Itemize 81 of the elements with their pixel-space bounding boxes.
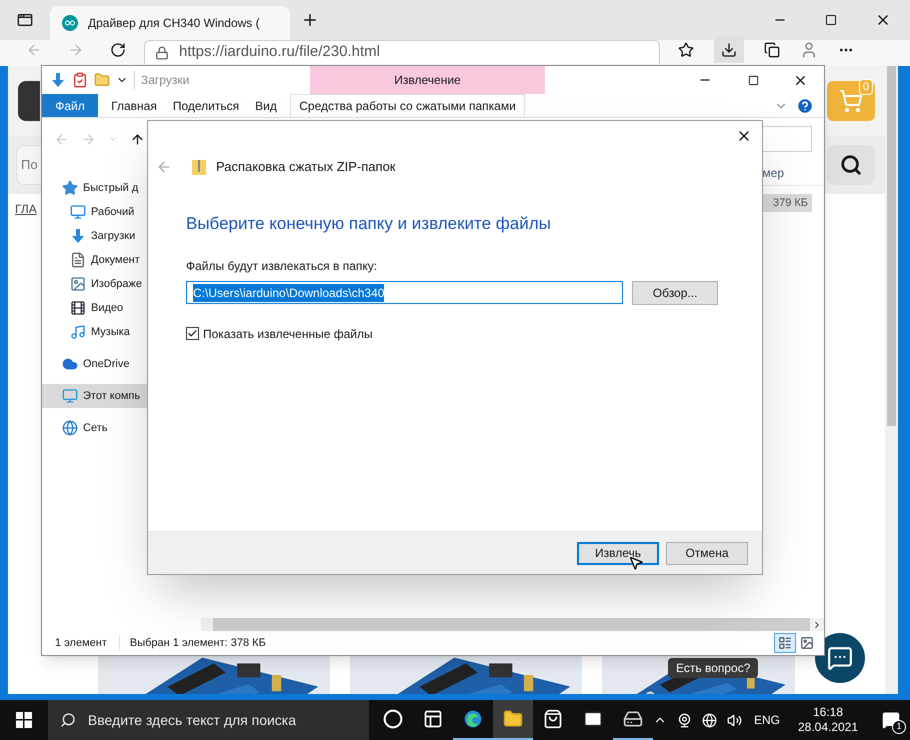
- chat-button[interactable]: [815, 633, 865, 683]
- ribbon-tab[interactable]: Поделиться: [170, 94, 242, 117]
- dialog-title: Распаковка сжатых ZIP-папок: [216, 158, 396, 176]
- monitor-icon: [70, 204, 86, 220]
- downloads-button[interactable]: [714, 37, 744, 63]
- task-view-icon[interactable]: [423, 709, 444, 729]
- dialog-button[interactable]: Отмена: [666, 542, 748, 564]
- zip-folder-icon: [192, 159, 206, 175]
- favorites-icon[interactable]: [678, 42, 694, 58]
- lock-icon: [155, 46, 169, 60]
- download-arrow-icon: [70, 228, 86, 244]
- taskbar-search[interactable]: Введите здесь текст для поиска: [48, 700, 370, 740]
- ribbon-tab[interactable]: Вид: [242, 94, 290, 117]
- download-icon: [721, 42, 737, 58]
- address-bar[interactable]: https://iarduino.ru/file/230.html: [144, 40, 660, 64]
- list-view-icon: [778, 636, 792, 650]
- path-field[interactable]: C:\Users\iarduino\Downloads\ch340: [186, 281, 624, 304]
- film-icon: [70, 300, 86, 316]
- tab-actions-icon[interactable]: [17, 12, 33, 28]
- clock[interactable]: 16:18 28.04.2021: [790, 705, 866, 735]
- browser-icon[interactable]: [463, 709, 484, 729]
- view-button[interactable]: [774, 633, 796, 653]
- notifications-button[interactable]: 1: [876, 700, 906, 740]
- cart-icon: [839, 89, 863, 113]
- ribbon-tab[interactable]: Средства работы со сжатыми папками: [290, 94, 525, 117]
- status-text: Выбран 1 элемент: 378 КБ: [118, 634, 266, 652]
- collections-icon[interactable]: [764, 42, 780, 58]
- folder-icon[interactable]: [503, 709, 524, 729]
- browse-button[interactable]: Обзор...: [632, 280, 718, 304]
- ribbon-tab[interactable]: Главная: [98, 94, 170, 117]
- file-size: 379 КБ: [772, 196, 808, 211]
- star-icon: [62, 180, 78, 196]
- ribbon-tab[interactable]: Файл: [42, 94, 98, 117]
- breadcrumb-link[interactable]: ГЛА: [15, 200, 37, 218]
- up-icon[interactable]: [130, 132, 145, 146]
- checkbox-label: Показать извлеченные файлы: [203, 326, 373, 342]
- search-button[interactable]: [827, 145, 875, 185]
- path-text: C:\Users\iarduino\Downloads\ch340: [193, 284, 384, 302]
- refresh-icon[interactable]: [110, 42, 126, 58]
- chat-icon: [827, 645, 853, 671]
- help-icon[interactable]: [796, 96, 814, 114]
- field-label: Файлы будут извлекаться в папку:: [186, 258, 378, 274]
- chat-tooltip: Есть вопрос?: [668, 658, 758, 678]
- network-icon[interactable]: [702, 712, 717, 728]
- music-icon: [70, 324, 86, 340]
- network-icon: [62, 420, 78, 436]
- browser-tab[interactable]: Драйвер для CH340 Windows (: [50, 6, 290, 40]
- maximize-icon[interactable]: [748, 74, 759, 86]
- search-icon: [840, 154, 862, 176]
- window-title: Загрузки: [134, 71, 190, 89]
- cloud-icon: [62, 356, 78, 372]
- app-icon[interactable]: [622, 709, 643, 729]
- thumbnail-view-icon: [800, 636, 814, 650]
- column-header[interactable]: мер: [762, 164, 784, 182]
- document-icon: [70, 252, 86, 268]
- new-tab-icon[interactable]: [301, 11, 319, 29]
- maximize-icon[interactable]: [825, 14, 837, 26]
- notification-count: 1: [892, 720, 906, 734]
- windows-logo-icon: [16, 712, 32, 728]
- monitor-icon: [62, 388, 78, 404]
- status-text: 1 элемент: [55, 636, 107, 651]
- volume-icon[interactable]: [726, 712, 742, 728]
- picture-icon: [70, 276, 86, 292]
- meet-icon[interactable]: [676, 712, 692, 728]
- search-field[interactable]: По: [16, 145, 41, 185]
- dialog-heading: Выберите конечную папку и извлеките файлы: [186, 213, 552, 235]
- search-icon: [60, 712, 76, 728]
- download-arrow-icon: [50, 72, 66, 88]
- store-icon[interactable]: [543, 709, 564, 729]
- context-tab-header: Извлечение: [310, 66, 545, 94]
- site-logo-icon: [62, 15, 78, 31]
- menu-button[interactable]: [18, 81, 40, 121]
- profile-icon[interactable]: [800, 41, 818, 59]
- taskbar-button[interactable]: [493, 700, 534, 740]
- checkbox[interactable]: [186, 327, 199, 340]
- language-indicator[interactable]: ENG: [754, 711, 780, 729]
- dialog-button[interactable]: Извлечь: [577, 542, 659, 564]
- cart-count: 0: [858, 79, 873, 95]
- properties-icon[interactable]: [72, 72, 88, 88]
- cortana-icon[interactable]: [383, 709, 404, 729]
- notification-icon: [882, 711, 900, 729]
